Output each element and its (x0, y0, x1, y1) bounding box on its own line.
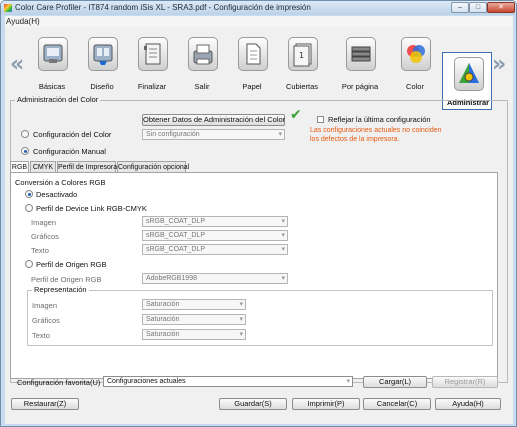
paper-icon (238, 37, 268, 71)
layout-icon (88, 37, 118, 71)
menu-help[interactable]: Ayuda(H) (6, 17, 40, 26)
administer-icon (454, 57, 484, 91)
tool-cubiertas[interactable]: 1 Cubiertas (277, 34, 327, 96)
favorite-config-label: Configuración favorita(U) (17, 378, 101, 387)
category-toolbar: « Básicas Diseño Finalizar Salir Papel 1… (5, 28, 513, 110)
graphics-label: Gráficos (31, 232, 59, 241)
output-icon (188, 37, 218, 71)
help-button[interactable]: Ayuda(H) (435, 398, 501, 410)
title-bar[interactable]: Color Care Profiler - IT874 random iSis … (1, 1, 516, 15)
minimize-button[interactable]: – (451, 2, 469, 13)
scroll-left-icon[interactable]: « (10, 52, 24, 77)
manual-config-label: Configuración Manual (33, 147, 106, 156)
device-link-label: Perfil de Device Link RGB-CMYK (36, 204, 147, 213)
config-color-select[interactable]: Sin configuración (142, 129, 285, 140)
text-select[interactable]: sRGB_COAT_DLP (142, 244, 288, 255)
color-icon (401, 37, 431, 71)
restore-button[interactable]: Restaurar(Z) (11, 398, 79, 410)
scroll-right-icon[interactable]: » (492, 52, 506, 77)
device-link-radio[interactable] (25, 204, 33, 212)
tool-por-pagina[interactable]: Por página (335, 34, 385, 96)
covers-icon: 1 (288, 37, 318, 71)
disabled-label: Desactivado (36, 190, 78, 199)
app-icon (4, 4, 12, 12)
reflect-last-checkbox[interactable] (317, 116, 324, 123)
tool-salir[interactable]: Salir (177, 34, 227, 96)
config-color-label: Configuración del Color (33, 130, 112, 139)
tool-diseno[interactable]: Diseño (77, 34, 127, 96)
warning-text-line1: Las configuraciones actuales no coincide… (310, 127, 442, 134)
print-button[interactable]: Imprimir(P) (292, 398, 360, 410)
tool-color[interactable]: Color (390, 34, 440, 96)
image-label: Imagen (31, 218, 57, 227)
dialog-client: Ayuda(H) « Básicas Diseño Finalizar Sali… (5, 16, 513, 424)
get-color-data-button[interactable]: Obtener Datos de Administración del Colo… (142, 114, 285, 126)
text-label: Texto (31, 246, 49, 255)
tool-label: Finalizar (137, 82, 167, 91)
image-select[interactable]: sRGB_COAT_DLP (142, 216, 288, 227)
rep-image-select[interactable]: Saturación (142, 299, 246, 310)
maximize-button[interactable]: □ (469, 2, 487, 13)
per-page-icon (346, 37, 376, 71)
representation-group: Representación Imagen Saturación Gráfico… (27, 285, 493, 346)
menu-bar: Ayuda(H) (5, 16, 513, 27)
tool-basicas[interactable]: Básicas (27, 34, 77, 96)
tool-label: Básicas (38, 82, 66, 91)
disabled-radio[interactable] (25, 190, 33, 198)
tool-label: Color (406, 82, 424, 91)
cancel-button[interactable]: Cancelar(C) (363, 398, 431, 410)
rgb-conversion-legend: Conversión a Colores RGB (15, 178, 106, 187)
tool-finalizar[interactable]: Finalizar (127, 34, 177, 96)
svg-text:1: 1 (299, 51, 304, 60)
load-button[interactable]: Cargar(L) (363, 376, 427, 388)
tool-papel[interactable]: Papel (227, 34, 277, 96)
tool-label: Por página (341, 82, 379, 91)
reflect-last-label: Reflejar la última configuración (328, 115, 431, 124)
warning-text-line2: los defectos de la impresora. (310, 136, 400, 143)
manual-config-radio[interactable] (21, 147, 29, 155)
window-title: Color Care Profiler - IT874 random iSis … (15, 3, 311, 12)
origin-profile-select[interactable]: AdobeRGB1998 (142, 273, 288, 284)
favorite-config-select[interactable]: Configuraciones actuales (103, 376, 353, 387)
tool-label: Cubiertas (285, 82, 319, 91)
check-success-icon: ✔ (290, 107, 302, 123)
rep-graphics-select[interactable]: Saturación (142, 314, 246, 325)
save-button[interactable]: Guardar(S) (219, 398, 287, 410)
rep-image-label: Imagen (32, 301, 58, 310)
register-button[interactable]: Registrar(R) (432, 376, 498, 388)
rep-text-select[interactable]: Saturación (142, 329, 246, 340)
app-window: Color Care Profiler - IT874 random iSis … (0, 0, 517, 427)
origin-profile-label: Perfil de Origen RGB (36, 260, 107, 269)
finishing-icon (138, 37, 168, 71)
rgb-tab-panel: Conversión a Colores RGB Desactivado Per… (10, 172, 498, 379)
close-button[interactable]: ✕ (487, 2, 515, 13)
origin-profile-radio[interactable] (25, 260, 33, 268)
basics-icon (38, 37, 68, 71)
tool-label: Diseño (90, 82, 114, 91)
rep-text-label: Texto (32, 331, 50, 340)
rep-graphics-label: Gráficos (32, 316, 60, 325)
graphics-select[interactable]: sRGB_COAT_DLP (142, 230, 288, 241)
config-color-radio[interactable] (21, 130, 29, 138)
representation-legend: Representación (32, 285, 89, 294)
group-legend: Administración del Color (15, 95, 101, 104)
tool-label: Salir (194, 82, 210, 91)
tool-label: Papel (242, 82, 262, 91)
origin-profile-field-label: Perfil de Origen RGB (31, 275, 102, 284)
